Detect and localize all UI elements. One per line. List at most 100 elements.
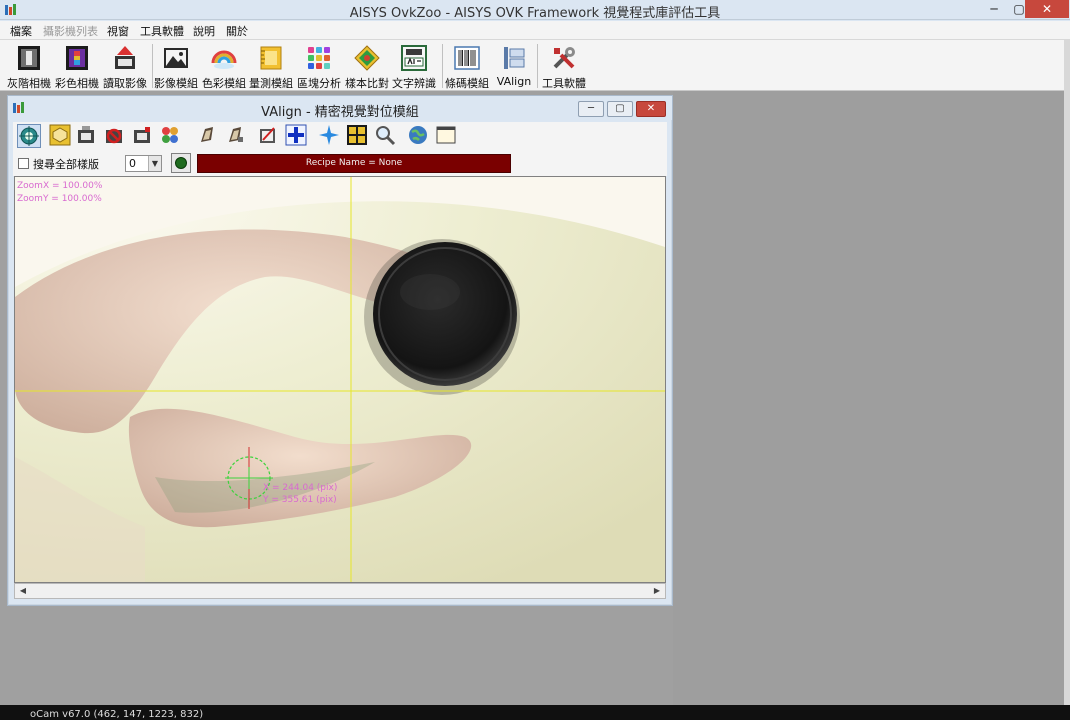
recipe-status: Recipe Name = None [197, 154, 511, 173]
ocr-icon [401, 45, 427, 71]
camera-image-view[interactable]: ZoomX = 100.00% ZoomY = 100.00% X = 244.… [14, 176, 666, 583]
taskbar-strip: oCam v67.0 (462, 147, 1223, 832) [0, 705, 1070, 720]
toolbar-label: 文字辨識 [392, 77, 436, 90]
aperture-button[interactable] [49, 124, 73, 148]
color-module-icon [211, 50, 237, 69]
blob-analysis-icon [308, 47, 330, 69]
title-bar: AISYS OvkZoo - AISYS OVK Framework 視覺程式庫… [0, 0, 1070, 21]
toolbar-blob-analysis[interactable]: 區塊分析 [295, 42, 343, 90]
color-camera-icon [66, 46, 88, 70]
tools-icon [553, 47, 575, 69]
save-file-button[interactable] [225, 124, 249, 148]
zoom-y-readout: ZoomY = 100.00% [17, 194, 102, 204]
open-file-button[interactable] [197, 124, 221, 148]
main-toolbar: 灰階相機 彩色相機 讀取影像 影像模組 色彩模組 量測模組 區塊分析 樣本比對 … [0, 40, 1064, 91]
valign-title: VAlign - 精密視覺對位模組 [261, 105, 419, 120]
valign-close-button[interactable]: ✕ [636, 101, 666, 117]
app-window: AISYS OvkZoo - AISYS OVK Framework 視覺程式庫… [0, 0, 1070, 720]
valign-options: 搜尋全部樣版 0 ▼ Recipe Name = None [13, 152, 667, 176]
run-indicator-icon [175, 157, 187, 169]
search-all-checkbox[interactable] [18, 158, 29, 169]
toolbar-measure-module[interactable]: 量測模組 [247, 42, 295, 90]
target-x-readout: X = 244.04 (pix) [263, 483, 338, 493]
toolbar-ocr[interactable]: 文字辨識 [390, 42, 438, 90]
globe-icon [409, 126, 427, 144]
menu-help[interactable]: 說明 [193, 23, 215, 39]
scroll-left-icon[interactable]: ◀ [16, 585, 30, 597]
toolbar-load-image[interactable]: 讀取影像 [101, 42, 149, 90]
grayscale-camera-icon [18, 46, 40, 70]
close-button[interactable]: ✕ [1025, 0, 1069, 18]
menu-camera-list: 攝影機列表 [43, 25, 98, 38]
run-button[interactable] [171, 153, 191, 173]
valign-icon [504, 47, 525, 69]
target-tool-button[interactable] [17, 124, 41, 148]
taskbar-text: oCam v67.0 (462, 147, 1223, 832) [30, 709, 204, 720]
toolbar-pattern-match[interactable]: 樣本比對 [343, 42, 391, 90]
image-module-icon [164, 48, 188, 68]
menu-about[interactable]: 關於 [226, 23, 248, 39]
menu-tools[interactable]: 工具軟體 [140, 23, 184, 39]
toolbar-valign[interactable]: VAlign [490, 42, 538, 90]
minimize-button[interactable]: ─ [985, 0, 1003, 18]
load-template-button[interactable] [75, 124, 99, 148]
save-template-button[interactable] [131, 124, 155, 148]
zoom-button[interactable] [374, 124, 398, 148]
valign-maximize-button[interactable]: ▢ [607, 101, 633, 117]
plus-icon [285, 124, 307, 146]
toolbar-label: 工具軟體 [542, 77, 586, 90]
toolbar-image-module[interactable]: 影像模組 [152, 42, 200, 90]
window-title: AISYS OvkZoo - AISYS OVK Framework 視覺程式庫… [349, 6, 721, 21]
load-image-icon [115, 46, 135, 69]
measure-module-icon [260, 46, 282, 70]
camera-image [15, 177, 665, 582]
valign-title-bar[interactable]: VAlign - 精密視覺對位模組 ─ ▢ ✕ [8, 96, 672, 120]
menu-bar: 檔案 攝影機列表 視窗 工具軟體 說明 關於 [0, 21, 1070, 40]
find-button[interactable] [318, 124, 342, 148]
aperture-icon [49, 124, 71, 146]
toolbar-grayscale-camera[interactable]: 灰階相機 [5, 42, 53, 90]
valign-window: VAlign - 精密視覺對位模組 ─ ▢ ✕ 搜尋全部樣版 0 ▼ Recip… [7, 95, 673, 606]
save-template-icon [134, 127, 150, 143]
magnifier-icon [376, 126, 396, 146]
zoom-x-readout: ZoomX = 100.00% [17, 181, 103, 191]
save-file-icon [229, 127, 243, 142]
barcode-module-icon [454, 46, 480, 70]
toolbar-barcode-module[interactable]: 條碼模組 [443, 42, 491, 90]
menu-file[interactable]: 檔案 [10, 23, 32, 39]
toolbar-color-camera[interactable]: 彩色相機 [53, 42, 101, 90]
valign-toolbar [13, 122, 667, 152]
chevron-down-icon[interactable]: ▼ [148, 156, 161, 171]
scroll-right-icon[interactable]: ▶ [650, 585, 664, 597]
pattern-match-icon [354, 45, 380, 71]
menu-window[interactable]: 視窗 [107, 23, 129, 39]
color-channel-button[interactable] [159, 124, 183, 148]
open-file-icon [201, 127, 213, 142]
grid-button[interactable] [346, 124, 370, 148]
color-channel-icon [162, 127, 178, 143]
template-index-select[interactable]: 0 ▼ [125, 155, 162, 172]
search-all-label: 搜尋全部樣版 [33, 158, 99, 171]
target-y-readout: Y = 355.61 (pix) [263, 495, 337, 505]
toolbar-tools[interactable]: 工具軟體 [540, 42, 588, 90]
template-index-value: 0 [129, 157, 136, 170]
star-cross-icon [319, 125, 339, 145]
edit-icon [260, 127, 275, 143]
recipe-name: Recipe Name = None [305, 158, 403, 168]
globe-button[interactable] [407, 124, 431, 148]
image-horizontal-scrollbar[interactable]: ◀ ▶ [14, 583, 666, 599]
workspace-edge [1064, 40, 1070, 705]
window-button[interactable] [435, 124, 459, 148]
toolbar-label: VAlign [496, 75, 532, 88]
mdi-workspace-empty [673, 91, 1064, 705]
edit-button[interactable] [257, 124, 281, 148]
valign-minimize-button[interactable]: ─ [578, 101, 604, 117]
load-template-icon [78, 126, 94, 143]
grid-icon [347, 125, 367, 145]
toolbar-color-module[interactable]: 色彩模組 [200, 42, 248, 90]
delete-template-icon [106, 128, 122, 144]
delete-template-button[interactable] [103, 124, 127, 148]
add-mark-button[interactable] [285, 124, 309, 148]
target-icon [19, 126, 39, 146]
toolbar-label: 讀取影像 [103, 77, 147, 90]
